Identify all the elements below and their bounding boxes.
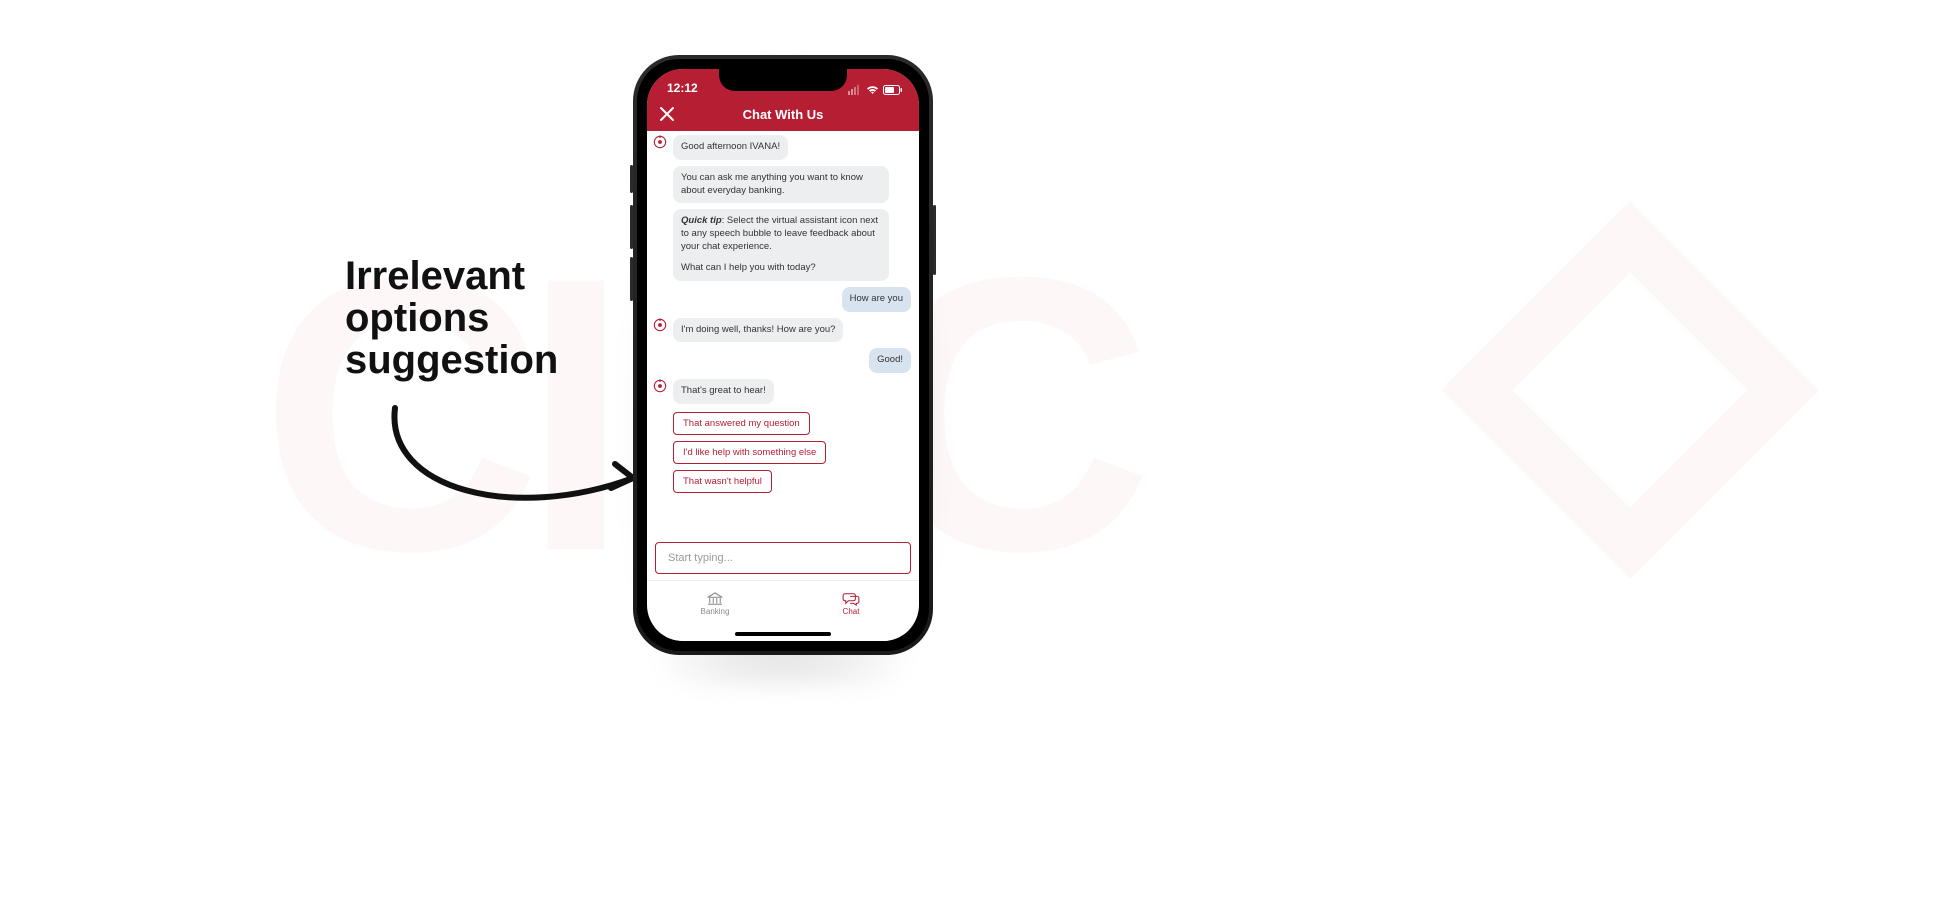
bot-avatar[interactable]: [653, 318, 667, 332]
bot-prompt: What can I help you with today?: [681, 262, 881, 275]
cellular-icon: [848, 85, 862, 95]
quick-tip-label: Quick tip: [681, 215, 722, 226]
bot-message-row: I'm doing well, thanks! How are you?: [653, 318, 911, 343]
bot-avatar[interactable]: [653, 379, 667, 393]
battery-icon: [883, 85, 903, 95]
suggestion-chip[interactable]: That wasn't helpful: [673, 470, 772, 493]
close-button[interactable]: [659, 106, 675, 122]
status-time: 12:12: [667, 81, 698, 95]
bot-bubble: You can ask me anything you want to know…: [673, 166, 889, 204]
chat-thread: Good afternoon IVANA! You can ask me any…: [647, 131, 919, 536]
bot-message-row: Quick tip: Select the virtual assistant …: [653, 209, 911, 280]
home-indicator[interactable]: [647, 627, 919, 641]
user-bubble: How are you: [842, 287, 911, 312]
tab-label: Banking: [701, 607, 730, 616]
user-message-row: Good!: [653, 348, 911, 373]
bot-bubble: Good afternoon IVANA!: [673, 135, 788, 160]
background-watermark-diamond: [1420, 180, 1840, 600]
bottom-tabbar: Banking Chat: [647, 580, 919, 627]
close-icon: [659, 106, 675, 122]
bot-bubble: That's great to hear!: [673, 379, 774, 404]
annotation-arrow: [365, 400, 655, 540]
wifi-icon: [866, 85, 879, 95]
bot-avatar[interactable]: [653, 135, 667, 149]
user-message-row: How are you: [653, 287, 911, 312]
bot-message-row: That's great to hear!: [653, 379, 911, 404]
suggestion-chip[interactable]: I'd like help with something else: [673, 441, 826, 464]
phone-screen: 12:12 Chat With Us: [647, 69, 919, 641]
annotation-line1: Irrelevant: [345, 255, 558, 297]
phone-notch: [719, 69, 847, 91]
chat-input-area: [647, 536, 919, 580]
tab-chat[interactable]: Chat: [783, 581, 919, 627]
chat-icon: [842, 592, 860, 606]
status-icons: [848, 85, 903, 95]
tab-banking[interactable]: Banking: [647, 581, 783, 627]
assistant-icon: [653, 135, 667, 149]
bot-bubble: Quick tip: Select the virtual assistant …: [673, 209, 889, 280]
page-title: Chat With Us: [743, 107, 824, 122]
annotation-line3: suggestion: [345, 339, 558, 381]
suggestion-chip[interactable]: That answered my question: [673, 412, 810, 435]
phone-mockup: 12:12 Chat With Us: [633, 55, 933, 655]
user-bubble: Good!: [869, 348, 911, 373]
assistant-icon: [653, 379, 667, 393]
bot-bubble: I'm doing well, thanks! How are you?: [673, 318, 843, 343]
bot-message-row: You can ask me anything you want to know…: [653, 166, 911, 204]
bot-message-row: Good afternoon IVANA!: [653, 135, 911, 160]
annotation-label: Irrelevant options suggestion: [345, 255, 558, 381]
bank-icon: [706, 592, 724, 606]
suggestion-chips: That answered my question I'd like help …: [673, 412, 911, 493]
app-header: Chat With Us: [647, 97, 919, 131]
chat-input[interactable]: [666, 551, 900, 565]
assistant-icon: [653, 318, 667, 332]
chat-input-box[interactable]: [655, 542, 911, 574]
annotation-line2: options: [345, 297, 558, 339]
tab-label: Chat: [843, 607, 860, 616]
